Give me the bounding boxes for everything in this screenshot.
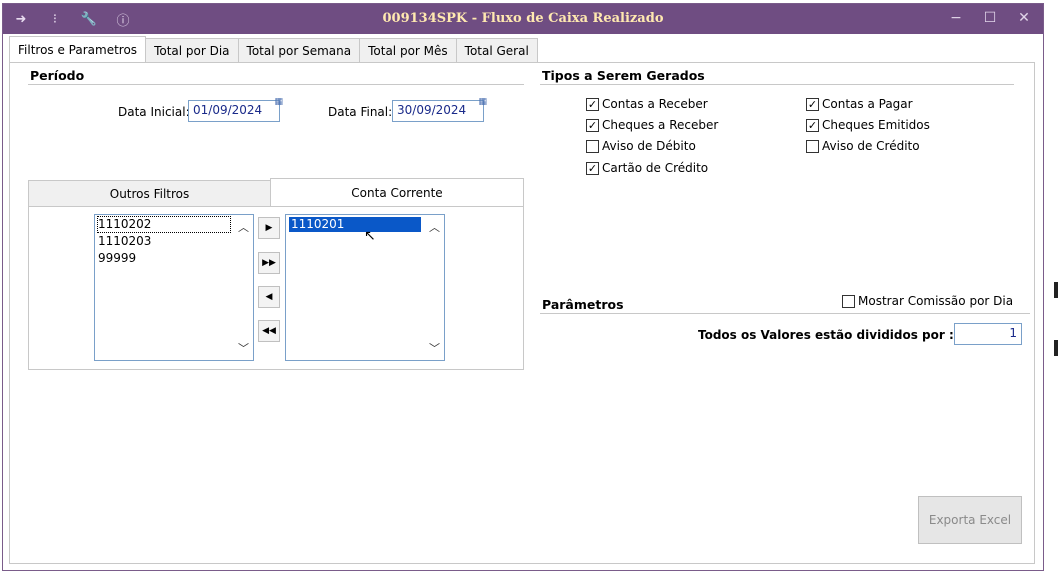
aviso-de-debito-checkbox[interactable]: Aviso de Débito [586,139,696,153]
scroll-up-icon[interactable]: ︿ [238,219,249,235]
checkbox-label: Mostrar Comissão por Dia [858,294,1014,308]
scroll-up-icon[interactable]: ︿ [429,219,440,235]
window-title: 009134SPK - Fluxo de Caixa Realizado [382,11,664,26]
checkbox-box[interactable]: ✓ [586,97,599,111]
divisor-label: Todos os Valores estão divididos por : [698,328,954,342]
remove-all-button[interactable]: ◀◀ [258,320,280,342]
scrollbar[interactable]: ︿ ﹀ [426,215,444,360]
periodo-title: Período [30,68,85,83]
tab-total-por-dia[interactable]: Total por Dia [145,38,239,62]
parametros-title: Parâmetros [542,297,624,312]
tipos-divider [540,84,1014,85]
checkbox-label: Cheques a Receber [602,118,719,132]
tab-total-por-mes[interactable]: Total por Mês [359,38,457,62]
scrollbar[interactable]: ︿ ﹀ [235,215,253,360]
mostrar-comissao-checkbox[interactable]: Mostrar Comissão por Dia [842,294,1013,308]
periodo-divider [28,84,524,85]
parametros-divider [540,313,1030,314]
calendar-icon[interactable]: ▦ [478,97,487,107]
tab-total-geral[interactable]: Total Geral [455,38,538,62]
tipos-title: Tipos a Serem Gerados [542,68,705,83]
remove-one-button[interactable]: ◀ [258,286,280,308]
checkbox-box[interactable] [806,139,819,153]
background-edge [1054,340,1058,356]
data-final-input[interactable]: 30/09/2024 ▦ [392,97,487,122]
cartao-de-credito-checkbox[interactable]: ✓ Cartão de Crédito [586,161,708,175]
checkbox-label: Cheques Emitidos [822,118,930,132]
calendar-icon[interactable]: ▦ [274,97,283,107]
contas-a-receber-checkbox[interactable]: ✓ Contas a Receber [586,97,708,111]
checkbox-box[interactable]: ✓ [806,97,819,111]
list-item[interactable]: 1110202 [97,216,231,233]
data-inicial-value: 01/09/2024 [193,103,263,117]
scroll-down-icon[interactable]: ﹀ [238,340,249,356]
maximize-button[interactable]: ☐ [977,8,1003,28]
data-inicial-label: Data Inicial: [118,105,190,119]
checkbox-label: Cartão de Crédito [602,161,709,175]
checkbox-box[interactable] [586,139,599,153]
data-final-label: Data Final: [328,105,393,119]
checkbox-label: Contas a Pagar [822,97,913,111]
background-edge [1054,282,1058,298]
aviso-de-credito-checkbox[interactable]: Aviso de Crédito [806,139,920,153]
checkbox-label: Aviso de Crédito [822,139,920,153]
cheques-a-receber-checkbox[interactable]: ✓ Cheques a Receber [586,118,718,132]
checkbox-box[interactable] [842,294,855,308]
exporta-excel-button[interactable]: Exporta Excel [918,496,1022,544]
minimize-button[interactable]: − [943,8,969,28]
available-accounts-list[interactable]: 1110202 1110203 99999 ︿ ﹀ [94,214,254,361]
contas-a-pagar-checkbox[interactable]: ✓ Contas a Pagar [806,97,913,111]
checkbox-box[interactable]: ✓ [806,118,819,132]
subtab-outros-filtros[interactable]: Outros Filtros [28,180,271,206]
filter-subtabs: Outros Filtros Conta Corrente [28,178,524,207]
divisor-value: 1 [1009,326,1017,340]
tab-filtros-parametros[interactable]: Filtros e Parametros [9,36,147,62]
checkbox-box[interactable]: ✓ [586,118,599,132]
tab-total-por-semana[interactable]: Total por Semana [237,38,361,62]
title-bar: ➜ ⁝ 🔧 ⓘ 009134SPK - Fluxo de Caixa Reali… [3,4,1043,34]
scroll-down-icon[interactable]: ﹀ [429,340,440,356]
add-one-button[interactable]: ▶ [258,217,280,239]
subtab-conta-corrente[interactable]: Conta Corrente [270,178,524,207]
main-tabs: Filtros e Parametros Total por Dia Total… [9,36,538,62]
divisor-input[interactable]: 1 [954,323,1022,345]
mouse-cursor-icon: ↖ [364,228,376,244]
checkbox-label: Contas a Receber [602,97,708,111]
cheques-emitidos-checkbox[interactable]: ✓ Cheques Emitidos [806,118,930,132]
add-all-button[interactable]: ▶▶ [258,252,280,274]
list-item-selected[interactable]: 1110201 [289,217,421,232]
list-item[interactable]: 1110203 [98,234,151,249]
close-button[interactable]: ✕ [1011,8,1037,28]
data-final-value: 30/09/2024 [397,103,467,117]
checkbox-box[interactable]: ✓ [586,161,599,175]
data-inicial-input[interactable]: 01/09/2024 ▦ [188,97,283,122]
checkbox-label: Aviso de Débito [602,139,696,153]
list-item[interactable]: 99999 [98,251,136,266]
